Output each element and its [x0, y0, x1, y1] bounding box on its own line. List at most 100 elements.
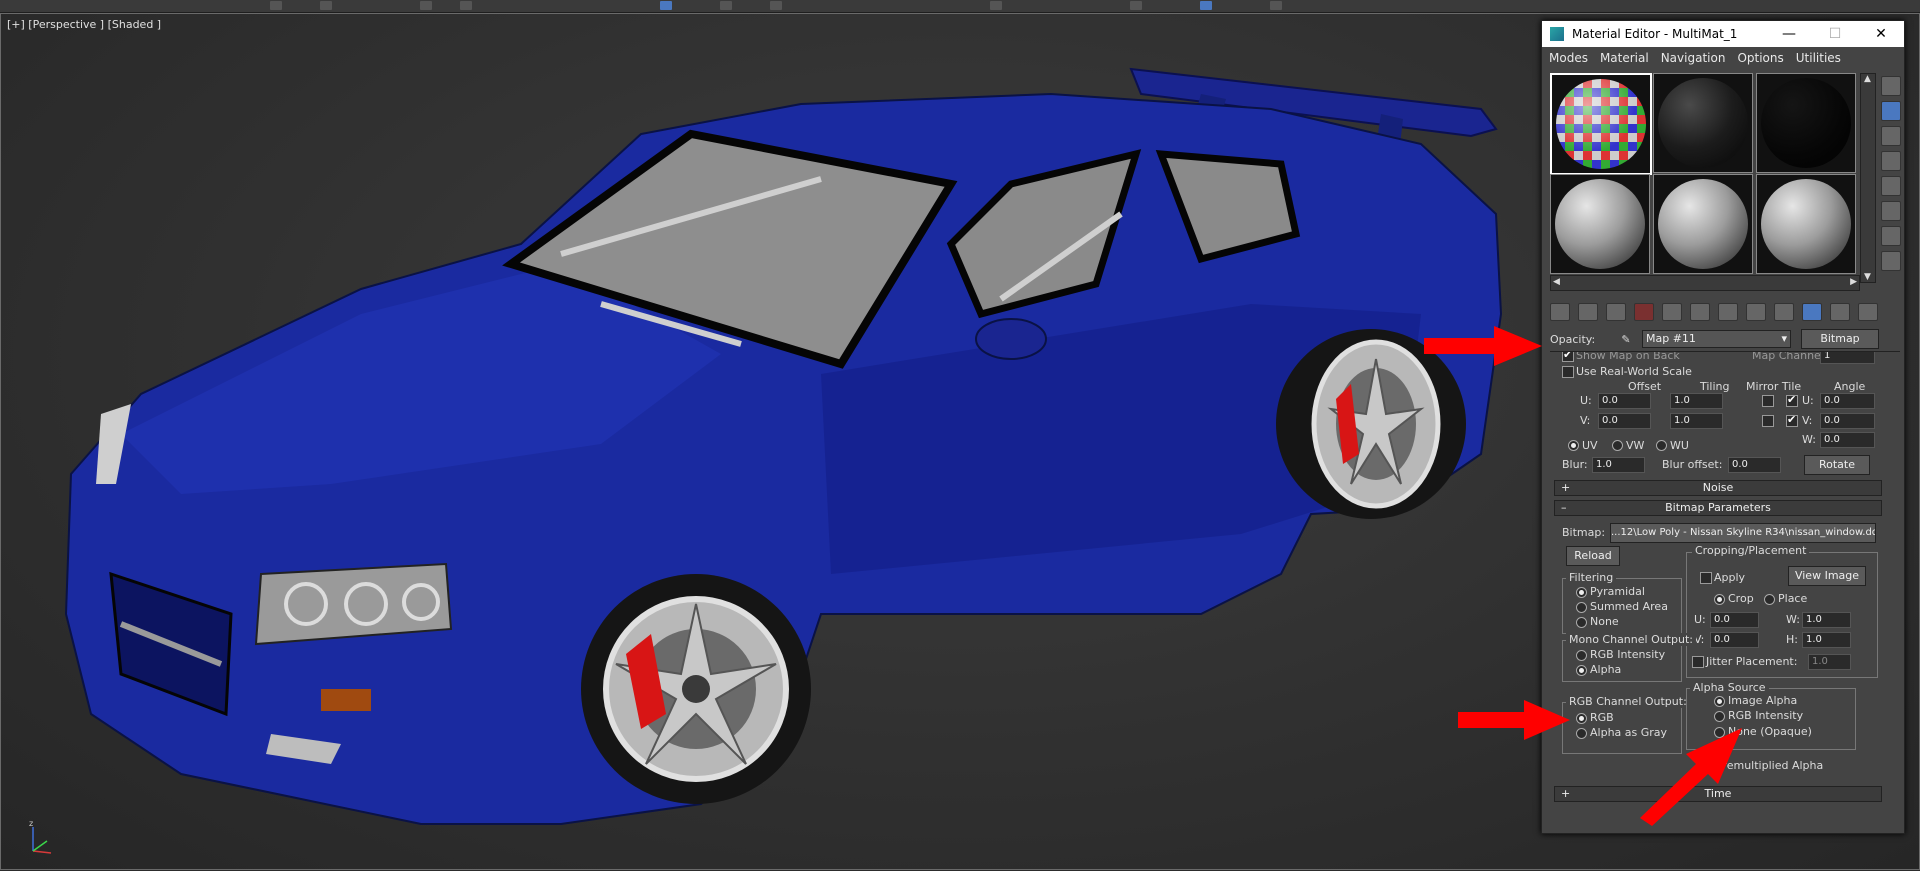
v-tiling-spinner[interactable]: 1.0	[1670, 413, 1723, 429]
v-offset-spinner[interactable]: 0.0	[1598, 413, 1651, 429]
u-tile-checkbox[interactable]	[1786, 393, 1798, 407]
blur-spinner[interactable]: 1.0	[1592, 457, 1645, 473]
bitmap-path-button[interactable]: ...12\Low Poly - Nissan Skyline R34\niss…	[1610, 523, 1876, 543]
crop-v-spinner[interactable]: 0.0	[1710, 632, 1759, 648]
toolbar-button[interactable]	[1270, 1, 1282, 10]
make-unique-icon[interactable]	[1662, 303, 1682, 321]
pyramidal-radio[interactable]	[1576, 587, 1587, 598]
scroll-down-icon[interactable]: ▼	[1864, 272, 1871, 282]
sample-slot[interactable]	[1653, 73, 1753, 173]
toolbar-button[interactable]	[770, 1, 782, 10]
v-tile-checkbox[interactable]	[1786, 413, 1798, 427]
backlight-icon[interactable]	[1881, 101, 1901, 121]
toolbar-button[interactable]	[720, 1, 732, 10]
pick-material-icon[interactable]	[1858, 303, 1878, 321]
scroll-left-icon[interactable]: ◀	[1553, 277, 1560, 287]
scroll-right-icon[interactable]: ▶	[1850, 277, 1857, 287]
get-material-icon[interactable]	[1550, 303, 1570, 321]
view-image-button[interactable]: View Image	[1788, 566, 1866, 586]
place-radio[interactable]	[1764, 594, 1775, 605]
video-color-check-icon[interactable]	[1881, 176, 1901, 196]
map-channel-spinner[interactable]: 1	[1820, 352, 1875, 364]
sample-type-icon[interactable]	[1881, 76, 1901, 96]
crop-h-spinner[interactable]: 1.0	[1802, 632, 1851, 648]
close-icon[interactable]: ✕	[1858, 26, 1904, 42]
material-id-icon[interactable]	[1718, 303, 1738, 321]
put-to-library-icon[interactable]	[1690, 303, 1710, 321]
eyedropper-icon[interactable]: ✎	[1616, 333, 1636, 346]
show-map-on-back-checkbox[interactable]	[1562, 352, 1574, 362]
go-forward-icon[interactable]	[1830, 303, 1850, 321]
toolbar-button[interactable]	[270, 1, 282, 10]
background-icon[interactable]	[1881, 126, 1901, 146]
material-editor-window[interactable]: Material Editor - MultiMat_1 — ☐ ✕ Modes…	[1541, 20, 1905, 834]
sample-uv-tiling-icon[interactable]	[1881, 151, 1901, 171]
assign-material-icon[interactable]	[1606, 303, 1626, 321]
toolbar-button[interactable]	[320, 1, 332, 10]
v-angle-spinner[interactable]: 0.0	[1820, 413, 1875, 429]
delete-icon[interactable]	[1634, 303, 1654, 321]
show-map-icon[interactable]	[1746, 303, 1766, 321]
u-offset-spinner[interactable]: 0.0	[1598, 393, 1651, 409]
uv-radio[interactable]	[1568, 440, 1579, 451]
toolbar-button[interactable]	[990, 1, 1002, 10]
mono-alpha-radio[interactable]	[1576, 665, 1587, 676]
filtering-none-radio[interactable]	[1576, 617, 1587, 628]
make-preview-icon[interactable]	[1881, 201, 1901, 221]
wu-radio[interactable]	[1656, 440, 1667, 451]
sample-slot[interactable]	[1550, 174, 1650, 274]
menu-material[interactable]: Material	[1600, 51, 1649, 65]
w-angle-spinner[interactable]: 0.0	[1820, 432, 1875, 448]
u-mirror-checkbox[interactable]	[1762, 395, 1774, 407]
toolbar-button[interactable]	[460, 1, 472, 10]
slots-vertical-scrollbar[interactable]: ▲ ▼	[1860, 73, 1876, 283]
title-bar[interactable]: Material Editor - MultiMat_1 — ☐ ✕	[1542, 21, 1904, 47]
sample-slot[interactable]	[1550, 73, 1652, 175]
map-type-button[interactable]: Bitmap	[1801, 329, 1879, 349]
expand-icon: +	[1561, 481, 1571, 494]
scroll-up-icon[interactable]: ▲	[1864, 74, 1871, 84]
menu-utilities[interactable]: Utilities	[1796, 51, 1841, 65]
toolbar-button[interactable]	[1200, 1, 1212, 10]
jitter-spinner[interactable]: 1.0	[1808, 654, 1851, 670]
reload-button[interactable]: Reload	[1566, 546, 1620, 566]
alpha-as-gray-radio[interactable]	[1576, 728, 1587, 739]
sample-slot[interactable]	[1756, 174, 1856, 274]
menu-options[interactable]: Options	[1737, 51, 1783, 65]
toolbar-button[interactable]	[660, 1, 672, 10]
crop-u-spinner[interactable]: 0.0	[1710, 612, 1759, 628]
go-to-parent-icon[interactable]	[1802, 303, 1822, 321]
vw-radio[interactable]	[1612, 440, 1623, 451]
toolbar-button[interactable]	[1130, 1, 1142, 10]
u-tiling-spinner[interactable]: 1.0	[1670, 393, 1723, 409]
jitter-placement-checkbox[interactable]	[1692, 656, 1704, 668]
put-material-icon[interactable]	[1578, 303, 1598, 321]
menu-navigation[interactable]: Navigation	[1661, 51, 1726, 65]
mono-rgb-intensity-radio[interactable]	[1576, 650, 1587, 661]
rgb-radio[interactable]	[1576, 713, 1587, 724]
alpha-rgb-intensity-radio[interactable]	[1714, 711, 1725, 722]
v-mirror-checkbox[interactable]	[1762, 415, 1774, 427]
show-end-result-icon[interactable]	[1774, 303, 1794, 321]
apply-checkbox[interactable]	[1700, 572, 1712, 584]
toolbar-button[interactable]	[420, 1, 432, 10]
crop-radio[interactable]	[1714, 594, 1725, 605]
summed-area-radio[interactable]	[1576, 602, 1587, 613]
menu-modes[interactable]: Modes	[1549, 51, 1588, 65]
minimize-icon[interactable]: —	[1766, 26, 1812, 42]
car-model[interactable]	[1, 14, 1541, 871]
crop-w-spinner[interactable]: 1.0	[1802, 612, 1851, 628]
u-angle-spinner[interactable]: 0.0	[1820, 393, 1875, 409]
image-alpha-radio[interactable]	[1714, 696, 1725, 707]
blur-offset-spinner[interactable]: 0.0	[1728, 457, 1781, 473]
sample-slot[interactable]	[1756, 73, 1856, 173]
noise-rollout[interactable]: + Noise	[1554, 480, 1882, 496]
options-icon[interactable]	[1881, 226, 1901, 246]
map-name-dropdown[interactable]: Map #11 ▾	[1642, 330, 1791, 348]
select-by-material-icon[interactable]	[1881, 251, 1901, 271]
slots-horizontal-scrollbar[interactable]: ◀ ▶	[1550, 275, 1860, 291]
sample-slot[interactable]	[1653, 174, 1753, 274]
use-real-world-scale-checkbox[interactable]	[1562, 366, 1574, 378]
rotate-button[interactable]: Rotate	[1804, 455, 1870, 475]
bitmap-parameters-rollout[interactable]: – Bitmap Parameters	[1554, 500, 1882, 516]
